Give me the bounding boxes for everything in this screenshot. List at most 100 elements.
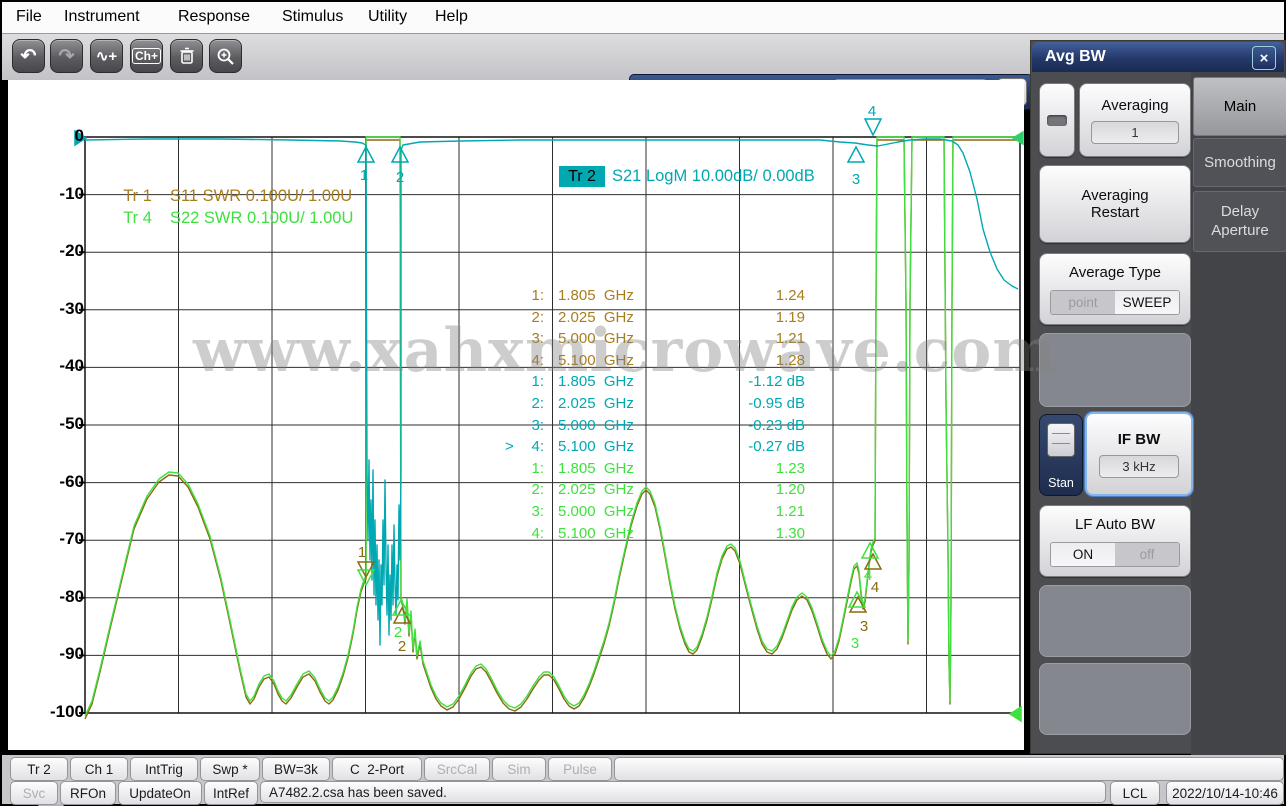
menu-file[interactable]: File [16,8,42,26]
lf-auto-bw-label: LF Auto BW [1074,515,1156,533]
marker-triangle-icon [1008,705,1022,723]
legend-tr2-desc: S21 LogM 10.00dB/ 0.00dB [612,167,815,185]
marker-number-label: 2 [396,169,404,186]
marker-number-label: 1 [358,544,366,561]
status-srccal: SrcCal [424,757,490,781]
averaging-button[interactable]: Averaging 1 [1079,83,1191,157]
tab-main[interactable]: Main [1193,77,1286,136]
tab-delay-aperture[interactable]: Delay Aperture [1193,191,1286,252]
y-axis-label: -30 [59,298,84,318]
y-axis-label: -10 [59,183,84,203]
add-channel-button[interactable]: Ch+ [130,39,163,73]
status-update[interactable]: UpdateOn [118,781,202,805]
trash-icon [180,47,193,64]
marker-number-label: 3 [852,171,860,188]
y-axis-label: -40 [59,356,84,376]
add-channel-icon: Ch+ [131,48,161,64]
y-axis-label: 0 [74,126,84,145]
softkey-panel: Avg BW × Main Smoothing Delay Aperture A… [1030,40,1286,755]
menu-help[interactable]: Help [435,8,468,26]
averaging-restart-button[interactable]: Averaging Restart [1039,165,1191,243]
status-trigger[interactable]: IntTrig [130,757,198,781]
status-datetime: 2022/10/14-10:46 [1166,781,1284,805]
add-trace-icon: ∿+ [95,47,118,65]
marker-triangle-icon [1011,130,1024,146]
ifbw-value: 3 kHz [1099,454,1179,478]
menu-stimulus[interactable]: Stimulus [282,8,343,26]
status-pulse: Pulse [548,757,612,781]
marker-number-label: 4 [868,103,876,120]
marker-number-label: 2 [394,624,402,641]
lf-auto-bw-switch[interactable]: ON off [1050,541,1180,567]
marker-row: 3: 5.000 GHz 1.21 [531,330,805,348]
status-sweep[interactable]: Swp * [200,757,260,781]
undo-icon: ↶ [20,45,37,67]
marker-number-label: 3 [860,618,868,635]
marker-triangle-icon [863,118,883,137]
marker-row: 4: 5.100 GHz 1.30 [531,524,805,542]
tab-smoothing[interactable]: Smoothing [1193,138,1286,187]
ifbw-button[interactable]: IF BW 3 kHz [1085,412,1193,496]
status-lcl: LCL [1110,781,1160,805]
status-message: A7482.2.csa has been saved. [260,781,1106,803]
status-trace[interactable]: Tr 2 [10,757,68,781]
y-axis-label: -20 [59,241,84,261]
average-type-switch[interactable]: point SWEEP [1050,289,1180,315]
status-channel[interactable]: Ch 1 [70,757,128,781]
marker-number-label: 4 [864,567,872,584]
averaging-restart-label: Averaging Restart [1081,187,1149,221]
softkey-tab-column: Main Smoothing Delay Aperture [1191,72,1286,755]
softkey-panel-header: Avg BW × [1032,42,1284,72]
magnifier-icon [217,48,234,65]
status-rf[interactable]: RFOn [60,781,116,805]
y-axis-label: -60 [59,471,84,491]
lf-auto-bw-on[interactable]: ON [1051,542,1115,566]
legend-tr4-id: Tr 4 [123,209,152,227]
status-svc: Svc [10,781,58,805]
empty-softkey-1 [1039,333,1191,407]
lf-auto-bw-button[interactable]: LF Auto BW ON off [1039,505,1191,577]
status-cal[interactable]: C 2-Port [332,757,422,781]
marker-row: 1: 1.805 GHz 1.24 [531,287,805,304]
y-axis-label: -70 [59,529,84,549]
status-bar: Tr 2 Ch 1 IntTrig Swp * BW=3k C 2-Port S… [2,755,1284,805]
menu-bar: File Instrument Response Stimulus Utilit… [2,2,1284,33]
status-bandwidth[interactable]: BW=3k [262,757,330,781]
legend-tr2-badge[interactable]: Tr 2 [559,166,605,187]
menu-utility[interactable]: Utility [368,8,407,26]
averaging-toggle-button[interactable] [1039,83,1075,157]
y-axis-label: -80 [59,586,84,606]
marker-number-label: 3 [851,635,859,652]
lf-auto-bw-off[interactable]: off [1115,542,1179,566]
status-ref[interactable]: IntRef [204,781,258,805]
average-type-button[interactable]: Average Type point SWEEP [1039,253,1191,325]
marker-row: 2: 2.025 GHz 1.20 [531,481,805,499]
marker-row: 1: 1.805 GHz -1.12 dB [531,373,805,391]
status-row1-empty-field [614,757,1284,781]
marker-row: 4: 5.100 GHz 1.28 [531,351,805,369]
legend-tr4[interactable]: Tr 4 S22 SWR 0.100U/ 1.00U [96,190,353,247]
marker-table: 1: 1.805 GHz 1.24 2: 2.025 GHz 1.19 3: 5.000 GH… [505,285,805,544]
menu-instrument[interactable]: Instrument [64,8,140,26]
vna-application-window: File Instrument Response Stimulus Utilit… [0,0,1286,806]
menu-response[interactable]: Response [178,8,250,26]
ifbw-standard-toggle[interactable]: Stan [1039,414,1083,496]
ifbw-toggle-label: Stan [1048,476,1074,490]
delete-button[interactable] [170,39,203,73]
close-icon: × [1259,49,1269,67]
y-axis-label: -100 [49,702,84,721]
zoom-button[interactable] [209,39,242,73]
average-type-label: Average Type [1068,263,1161,281]
plot-window: 12341223344 0 -10 -20 -30 -40 -50 -60 -70 -80 -90… [8,80,1024,806]
undo-button[interactable]: ↶ [12,39,45,73]
add-trace-button[interactable]: ∿+ [90,39,123,73]
marker-number-label: 1 [360,167,368,184]
redo-icon: ↷ [58,45,75,67]
average-type-sweep[interactable]: SWEEP [1115,290,1179,314]
marker-row: 2: 2.025 GHz 1.19 [531,308,805,326]
softkey-panel-title: Avg BW [1045,48,1106,65]
close-button[interactable]: × [1252,46,1276,70]
marker-row: 2: 2.025 GHz -0.95 dB [531,394,805,412]
marker-row: >4: 5.100 GHz -0.27 dB [505,438,805,456]
average-type-point[interactable]: point [1051,290,1115,314]
